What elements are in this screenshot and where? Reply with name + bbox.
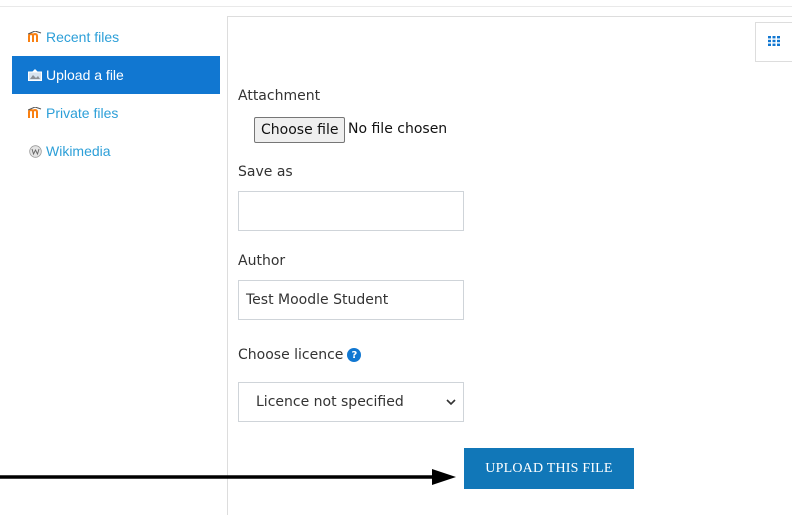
upload-this-file-button[interactable]: UPLOAD THIS FILE <box>464 448 634 489</box>
pointer-arrow-icon <box>0 469 456 485</box>
moodle-icon <box>28 106 42 120</box>
sidebar-item-wikimedia[interactable]: Wikimedia <box>12 132 220 170</box>
choose-licence-label: Choose licence <box>238 347 344 363</box>
choose-licence-row: Choose licence? <box>238 347 362 363</box>
author-input[interactable]: Test Moodle Student <box>238 280 464 320</box>
chevron-down-icon <box>446 396 456 412</box>
content-panel-border <box>227 16 228 515</box>
moodle-icon <box>28 30 42 44</box>
view-as-icons-button[interactable] <box>755 22 792 62</box>
sidebar-item-private-files[interactable]: Private files <box>12 94 220 132</box>
sidebar-item-label: Recent files <box>46 29 120 45</box>
choose-file-button[interactable]: Choose file <box>254 117 346 143</box>
author-label: Author <box>238 253 286 269</box>
licence-selected-value: Licence not specified <box>256 394 404 410</box>
attachment-label: Attachment <box>238 88 321 104</box>
file-picker-sidebar: Recent files Upload a file Private files… <box>12 18 220 170</box>
sidebar-item-label: Private files <box>46 105 119 121</box>
top-divider <box>0 6 792 7</box>
content-panel-top-border <box>227 16 792 17</box>
no-file-chosen-text: No file chosen <box>348 121 448 137</box>
save-as-input[interactable] <box>238 191 464 231</box>
help-icon[interactable]: ? <box>347 348 362 362</box>
sidebar-item-upload-a-file[interactable]: Upload a file <box>12 56 220 94</box>
sidebar-item-label: Upload a file <box>46 67 124 83</box>
upload-icon <box>28 68 42 82</box>
sidebar-item-label: Wikimedia <box>46 143 111 159</box>
sidebar-item-recent-files[interactable]: Recent files <box>12 18 220 56</box>
grid-icon <box>768 33 780 51</box>
wikimedia-icon <box>28 144 42 158</box>
save-as-label: Save as <box>238 164 293 180</box>
licence-select[interactable]: Licence not specified <box>238 382 464 422</box>
